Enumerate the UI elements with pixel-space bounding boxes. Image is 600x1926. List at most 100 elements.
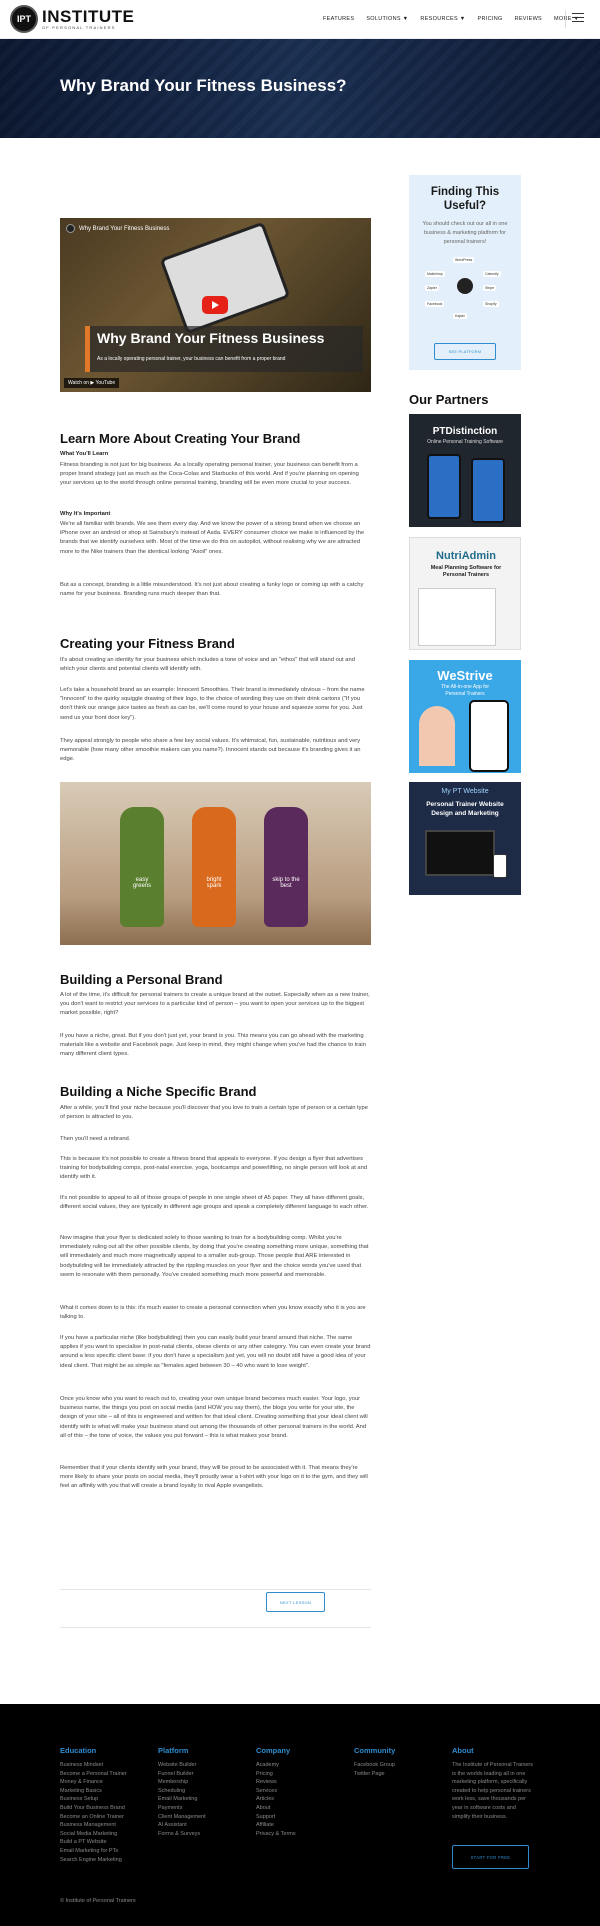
footer-link[interactable]: Marketing Basics <box>60 1787 127 1796</box>
footer-link[interactable]: Services <box>256 1787 296 1796</box>
hub-node: Stripe <box>483 285 497 291</box>
paragraph: Let's take a household brand as an examp… <box>60 687 365 721</box>
footer-link[interactable]: Email Marketing for PTs <box>60 1847 127 1856</box>
hub-node: Zapier <box>425 285 439 291</box>
hub-node: Shopify <box>483 301 499 307</box>
footer-link[interactable]: Privacy & Terms <box>256 1830 296 1839</box>
section-title-personal-brand: Building a Personal Brand <box>60 972 223 987</box>
promo-title: Finding This Useful? <box>430 186 500 212</box>
footer-link[interactable]: Business Management <box>60 1821 127 1830</box>
footer-link[interactable]: Money & Finance <box>60 1778 127 1787</box>
hamburger-menu-icon[interactable] <box>572 13 584 23</box>
footer-link[interactable]: Become a Personal Trainer <box>60 1770 127 1779</box>
footer-link[interactable]: Website Builder <box>158 1761 206 1770</box>
innocent-smoothies-image: easy greens bright spark skip to the bes… <box>60 782 371 945</box>
hub-node: WordPress <box>453 257 475 263</box>
bottle-green: easy greens <box>120 807 164 927</box>
hub-node: Mailchimp <box>425 271 445 277</box>
footer-link[interactable]: Business Mindset <box>60 1761 127 1770</box>
footer-link[interactable]: Academy <box>256 1761 296 1770</box>
partner-westrive[interactable]: WeStrive The All-in-one App for Personal… <box>409 660 521 773</box>
hub-node: Kajabi <box>453 313 467 319</box>
section-title-creating-brand: Creating your Fitness Brand <box>60 636 235 651</box>
footer-link[interactable]: Client Management <box>158 1813 206 1822</box>
footer-link[interactable]: Business Setup <box>60 1795 127 1804</box>
footer-link[interactable]: Become an Online Trainer <box>60 1813 127 1822</box>
paragraph: Remember that if your clients identify w… <box>60 1465 368 1490</box>
hub-node: Calendly <box>483 271 501 277</box>
paragraph: This is because it's not possible to cre… <box>60 1156 368 1181</box>
phone-mockup <box>493 854 507 878</box>
footer-link[interactable]: Pricing <box>256 1770 296 1779</box>
paragraph: Then you'll need a rebrand. <box>60 1136 131 1142</box>
footer-link[interactable]: Social Media Marketing <box>60 1830 127 1839</box>
footer-link[interactable]: Membership <box>158 1778 206 1787</box>
footer-link[interactable]: Support <box>256 1813 296 1822</box>
footer-link[interactable]: Reviews <box>256 1778 296 1787</box>
footer-link[interactable]: About <box>256 1804 296 1813</box>
footer-link[interactable]: Payments <box>158 1804 206 1813</box>
footer-link[interactable]: Forms & Surveys <box>158 1830 206 1839</box>
footer-link[interactable]: Facebook Group <box>354 1761 395 1770</box>
partner-my-pt-website[interactable]: My PT Website Personal Trainer Website D… <box>409 782 521 895</box>
logo-badge: IPT <box>10 5 38 33</box>
footer-link[interactable]: Build Your Business Brand <box>60 1804 127 1813</box>
site-header: IPT INSTITUTE OF PERSONAL TRAINERS FEATU… <box>0 0 600 39</box>
partner-nutriadmin[interactable]: NutriAdmin Meal Planning Software for Pe… <box>409 537 521 650</box>
section-title-niche-brand: Building a Niche Specific Brand <box>60 1084 257 1099</box>
hub-node: Facebook <box>425 301 445 307</box>
hub-logo-icon <box>457 278 473 294</box>
next-lesson-button[interactable]: NEXT LESSON <box>266 1592 325 1612</box>
footer-link[interactable]: Twitter Page <box>354 1770 395 1779</box>
trainer-photo <box>419 706 455 766</box>
divider <box>60 1627 371 1628</box>
footer-link[interactable]: Search Engine Marketing <box>60 1856 127 1865</box>
nav-features[interactable]: FEATURES <box>323 16 354 22</box>
channel-avatar-icon <box>66 224 75 233</box>
youtube-video-embed[interactable]: Why Brand Your Fitness Business Why Bran… <box>60 218 371 392</box>
phone-mockup <box>471 458 505 523</box>
phone-mockup <box>469 700 509 772</box>
footer-col-about: About The Institute of Personal Trainers… <box>452 1746 534 1820</box>
subheading-why-important: Why It's Important <box>60 511 111 517</box>
section-title-learn-more: Learn More About Creating Your Brand <box>60 431 301 446</box>
bottle-orange: bright spark <box>192 807 236 927</box>
paragraph: They appeal strongly to people who share… <box>60 738 361 763</box>
footer-col-education: Education Business Mindset Become a Pers… <box>60 1746 127 1865</box>
platform-promo-box: Finding This Useful? You should check ou… <box>409 175 521 370</box>
paragraph: A lot of the time, it's difficult for pe… <box>60 992 370 1017</box>
footer-col-company: Company Academy Pricing Reviews Services… <box>256 1746 296 1839</box>
copyright: © Institute of Personal Trainers <box>60 1898 136 1904</box>
partner-ptdistinction[interactable]: PTDistinction Online Personal Training S… <box>409 414 521 527</box>
footer-link[interactable]: Build a PT Website <box>60 1838 127 1847</box>
subheading-what-youll-learn: What You'll Learn <box>60 451 109 457</box>
paragraph: It's not possible to appeal to all of th… <box>60 1195 369 1211</box>
phone-mockup <box>427 454 461 519</box>
nav-resources[interactable]: RESOURCES ▼ <box>420 16 465 22</box>
nav-pricing[interactable]: PRICING <box>478 16 503 22</box>
footer-link[interactable]: AI Assistant <box>158 1821 206 1830</box>
footer-link[interactable]: Scheduling <box>158 1787 206 1796</box>
footer-link[interactable]: Affiliate <box>256 1821 296 1830</box>
nav-reviews[interactable]: REVIEWS <box>515 16 542 22</box>
site-logo[interactable]: IPT INSTITUTE OF PERSONAL TRAINERS <box>10 5 134 33</box>
paragraph: If you have a niche, great. But if you d… <box>60 1033 366 1058</box>
see-platform-button[interactable]: SEE PLATFORM <box>434 343 496 360</box>
watch-on-youtube-link[interactable]: Watch on ▶ YouTube <box>64 378 120 388</box>
laptop-mockup <box>425 830 495 876</box>
play-button-icon[interactable] <box>202 296 228 314</box>
nav-solutions[interactable]: SOLUTIONS ▼ <box>366 16 408 22</box>
bottle-purple: skip to the best <box>264 807 308 927</box>
paragraph: But as a concept, branding is a little m… <box>60 582 364 598</box>
meal-plan-screenshot <box>418 588 496 646</box>
footer-col-platform: Platform Website Builder Funnel Builder … <box>158 1746 206 1839</box>
start-for-free-button[interactable]: START FOR FREE <box>452 1845 529 1869</box>
footer-link[interactable]: Email Marketing <box>158 1795 206 1804</box>
phone-image <box>159 221 291 335</box>
logo-title: INSTITUTE <box>42 7 135 26</box>
footer-link[interactable]: Articles <box>256 1795 296 1804</box>
footer-link[interactable]: Funnel Builder <box>158 1770 206 1779</box>
paragraph: Once you know who you want to reach out … <box>60 1396 368 1439</box>
video-title[interactable]: Why Brand Your Fitness Business <box>79 226 169 232</box>
footer-col-community: Community Facebook Group Twitter Page <box>354 1746 396 1779</box>
